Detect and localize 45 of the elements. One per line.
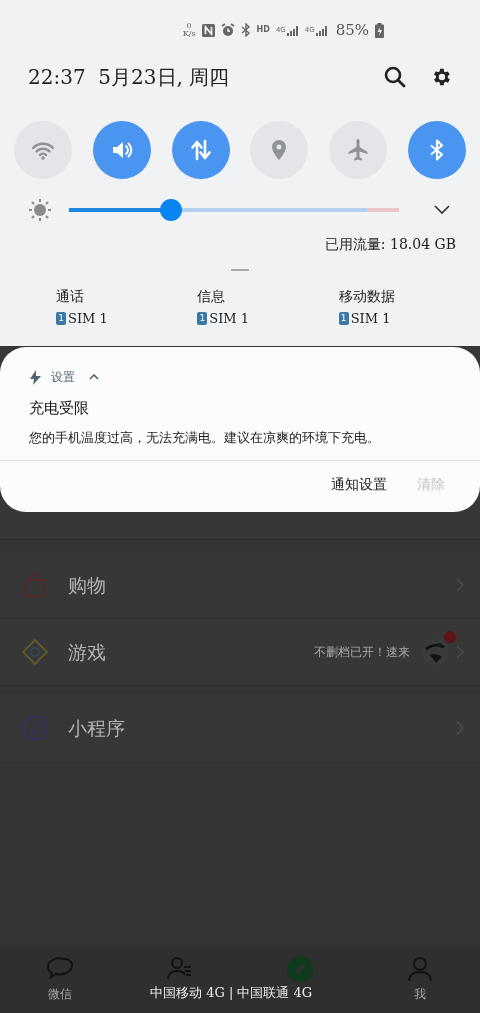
app-name: 设置 xyxy=(51,369,75,386)
sim-badge: 1 xyxy=(197,312,208,326)
brightness-icon xyxy=(28,198,52,222)
sim-setting-label: 信息 xyxy=(197,287,227,306)
diamond-icon xyxy=(22,639,48,665)
hd-text: HD xyxy=(256,24,270,36)
slider-thumb[interactable] xyxy=(160,199,183,221)
net-unit-text: K/s xyxy=(182,30,196,38)
data-arrows-toggle[interactable] xyxy=(171,121,230,179)
sim-name[interactable]: SIM 1 xyxy=(350,309,391,329)
sim-setting-label: 移动数据 xyxy=(338,287,396,306)
alarm-icon xyxy=(220,23,235,37)
sim-badge: 1 xyxy=(56,312,66,326)
signal-icon xyxy=(286,24,299,36)
battery-charging-icon xyxy=(375,22,384,38)
net-speed-text: 0 xyxy=(186,22,192,30)
tab-button[interactable]: 微信 xyxy=(0,945,120,1013)
link-circle-icon xyxy=(22,715,48,741)
sim-setting-label: 通话 xyxy=(56,287,85,306)
person-icon xyxy=(406,955,434,983)
battery-percent: 85% xyxy=(335,19,369,41)
compass-icon xyxy=(286,955,314,983)
speaker-toggle[interactable] xyxy=(92,121,151,179)
date-time: 22:37 5月23日, 周四 xyxy=(28,64,230,91)
sim-name[interactable]: SIM 1 xyxy=(209,309,250,329)
collapse-icon[interactable] xyxy=(89,374,99,380)
tab-button[interactable]: 我 xyxy=(360,945,480,1013)
brightness-slider[interactable] xyxy=(69,199,399,221)
sim-badge: 1 xyxy=(338,312,349,326)
nfc-icon xyxy=(201,23,215,37)
carrier-text: 中国移动 4G | 中国联通 4G xyxy=(150,984,313,1002)
data-usage-text: 已用流量: 18.04 GB xyxy=(324,234,456,254)
notification-action[interactable]: 通知设置 xyxy=(331,474,387,495)
lightning-icon xyxy=(30,369,41,385)
bluetooth-toggle[interactable] xyxy=(408,121,466,179)
promo-text: 不删档已开！速来 xyxy=(314,644,410,661)
sim-name[interactable]: SIM 1 xyxy=(68,309,108,329)
drag-handle[interactable] xyxy=(231,269,249,271)
expand-icon[interactable] xyxy=(434,205,450,215)
bluetooth-icon xyxy=(240,23,251,37)
bag-icon xyxy=(24,573,46,597)
search-icon[interactable] xyxy=(384,66,406,88)
notification-text: 您的手机温度过高，无法充满电。建议在凉爽的环境下充电。 xyxy=(28,428,381,447)
notification-title: 充电受限 xyxy=(28,398,90,419)
signal-icon xyxy=(315,24,328,36)
